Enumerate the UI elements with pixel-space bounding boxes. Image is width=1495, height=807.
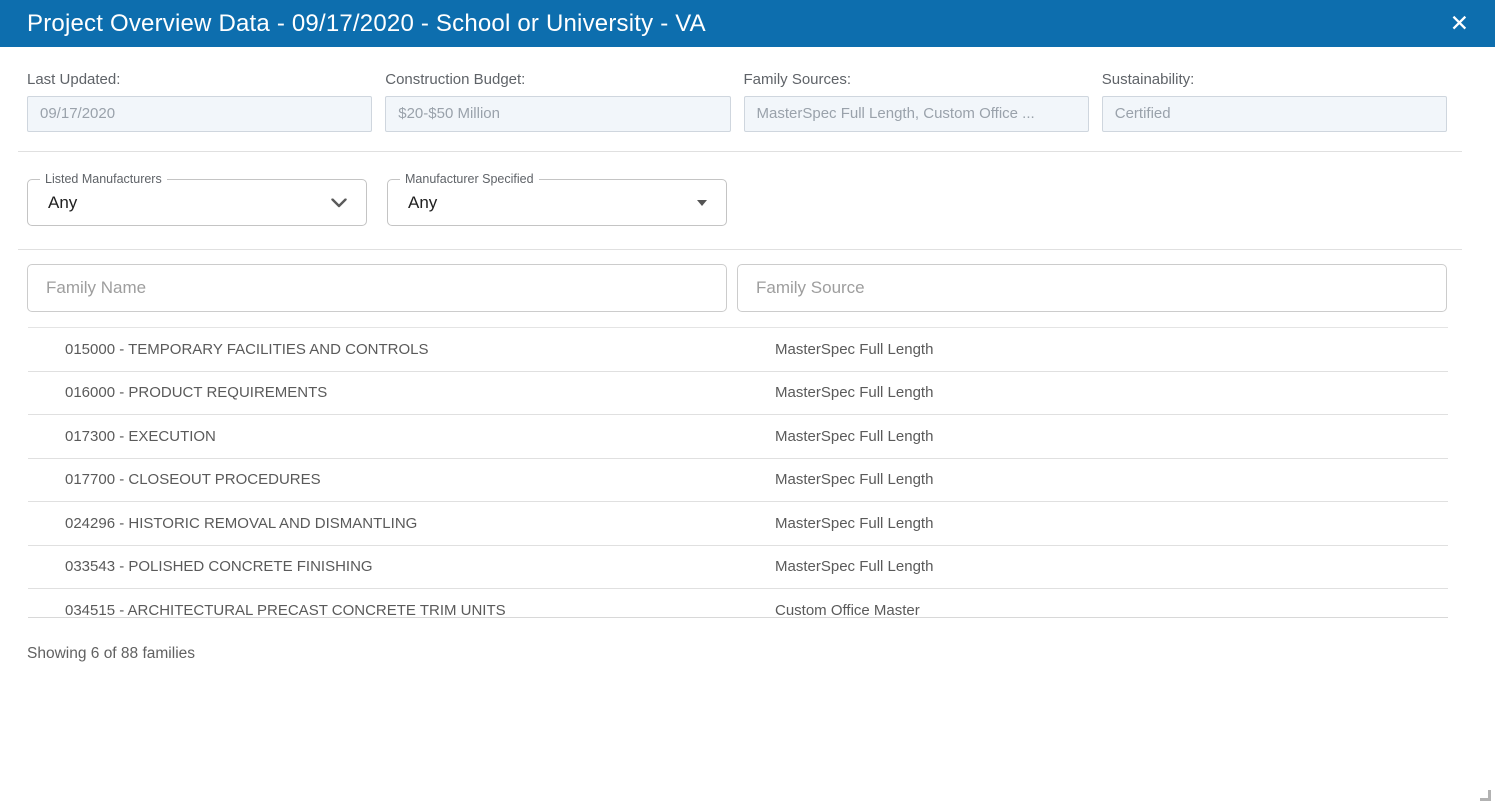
family-sources-value: MasterSpec Full Length, Custom Office ..… — [744, 96, 1089, 132]
family-source-cell: MasterSpec Full Length — [775, 341, 1448, 358]
family-source-search-input[interactable] — [737, 264, 1447, 312]
family-name-cell: 033543 - POLISHED CONCRETE FINISHING — [28, 558, 775, 575]
manufacturer-specified-label: Manufacturer Specified — [400, 172, 539, 187]
sustainability-value: Certified — [1102, 96, 1447, 132]
showing-families-status: Showing 6 of 88 families — [27, 645, 1495, 663]
field-construction-budget: Construction Budget: $20-$50 Million — [385, 71, 730, 132]
close-icon: ✕ — [1450, 10, 1469, 36]
section-divider — [18, 151, 1462, 152]
table-row[interactable]: 017700 - CLOSEOUT PROCEDURES MasterSpec … — [28, 459, 1448, 503]
manufacturer-filters-row: Listed Manufacturers Any Manufacturer Sp… — [27, 179, 1495, 226]
family-source-cell: MasterSpec Full Length — [775, 428, 1448, 445]
family-name-cell: 017700 - CLOSEOUT PROCEDURES — [28, 471, 775, 488]
close-button[interactable]: ✕ — [1442, 8, 1477, 39]
family-name-cell: 024296 - HISTORIC REMOVAL AND DISMANTLIN… — [28, 515, 775, 532]
construction-budget-value: $20-$50 Million — [385, 96, 730, 132]
construction-budget-label: Construction Budget: — [385, 71, 730, 89]
listed-manufacturers-label: Listed Manufacturers — [40, 172, 167, 187]
section-divider — [18, 249, 1462, 250]
field-family-sources: Family Sources: MasterSpec Full Length, … — [744, 71, 1089, 132]
table-row[interactable]: 016000 - PRODUCT REQUIREMENTS MasterSpec… — [28, 372, 1448, 416]
family-name-cell: 034515 - ARCHITECTURAL PRECAST CONCRETE … — [28, 602, 775, 618]
last-updated-value: 09/17/2020 — [27, 96, 372, 132]
search-row — [27, 264, 1447, 312]
last-updated-label: Last Updated: — [27, 71, 372, 89]
chevron-down-icon — [331, 198, 347, 207]
family-source-cell: MasterSpec Full Length — [775, 384, 1448, 401]
table-row[interactable]: 015000 - TEMPORARY FACILITIES AND CONTRO… — [28, 328, 1448, 372]
listed-manufacturers-select[interactable]: Listed Manufacturers Any — [27, 179, 367, 226]
family-name-search-input[interactable] — [27, 264, 727, 312]
family-source-cell: MasterSpec Full Length — [775, 471, 1448, 488]
family-sources-label: Family Sources: — [744, 71, 1089, 89]
family-name-cell: 017300 - EXECUTION — [28, 428, 775, 445]
table-row[interactable]: 017300 - EXECUTION MasterSpec Full Lengt… — [28, 415, 1448, 459]
family-source-cell: Custom Office Master — [775, 602, 1448, 618]
manufacturer-specified-select[interactable]: Manufacturer Specified Any — [387, 179, 727, 226]
summary-fields-row: Last Updated: 09/17/2020 Construction Bu… — [27, 71, 1447, 132]
families-table[interactable]: 015000 - TEMPORARY FACILITIES AND CONTRO… — [28, 327, 1448, 618]
field-sustainability: Sustainability: Certified — [1102, 71, 1447, 132]
table-row[interactable]: 033543 - POLISHED CONCRETE FINISHING Mas… — [28, 546, 1448, 590]
dropdown-arrow-icon — [697, 200, 707, 206]
field-last-updated: Last Updated: 09/17/2020 — [27, 71, 372, 132]
dialog-title: Project Overview Data - 09/17/2020 - Sch… — [27, 10, 706, 38]
table-row[interactable]: 034515 - ARCHITECTURAL PRECAST CONCRETE … — [28, 589, 1448, 618]
table-row[interactable]: 024296 - HISTORIC REMOVAL AND DISMANTLIN… — [28, 502, 1448, 546]
sustainability-label: Sustainability: — [1102, 71, 1447, 89]
family-source-cell: MasterSpec Full Length — [775, 558, 1448, 575]
family-name-cell: 016000 - PRODUCT REQUIREMENTS — [28, 384, 775, 401]
family-name-cell: 015000 - TEMPORARY FACILITIES AND CONTRO… — [28, 341, 775, 358]
resize-grip-icon[interactable] — [1480, 790, 1491, 801]
dialog-header: Project Overview Data - 09/17/2020 - Sch… — [0, 0, 1495, 47]
family-source-cell: MasterSpec Full Length — [775, 515, 1448, 532]
